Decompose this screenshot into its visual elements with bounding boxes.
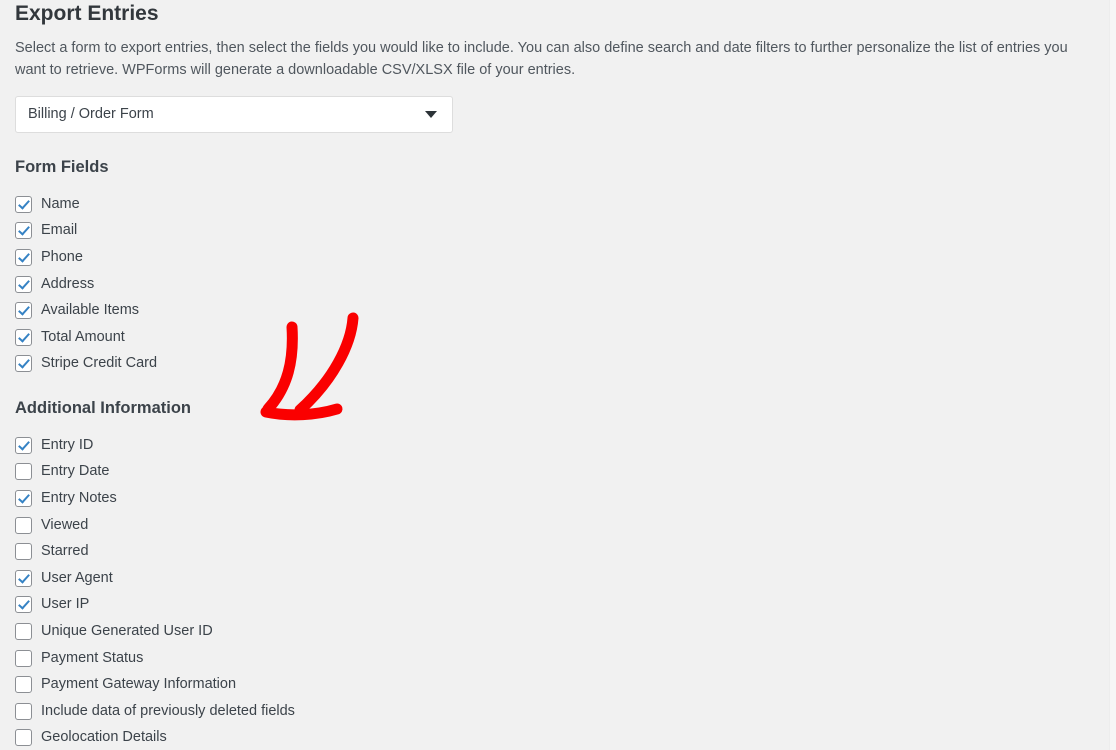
form-selector-wrapper: Billing / Order Form bbox=[15, 96, 453, 133]
additional-info-checkbox-label: User IP bbox=[41, 596, 90, 613]
checkbox-checked-icon[interactable] bbox=[15, 275, 32, 293]
form-field-checkbox-label: Phone bbox=[41, 248, 83, 265]
checkbox-unchecked-icon[interactable] bbox=[15, 463, 32, 481]
additional-info-checkbox-row[interactable]: Unique Generated User ID bbox=[15, 618, 295, 645]
form-field-checkbox-row[interactable]: Available Items bbox=[15, 297, 157, 324]
form-field-checkbox-row[interactable]: Total Amount bbox=[15, 324, 157, 351]
checkbox-checked-icon[interactable] bbox=[15, 195, 32, 213]
section-title-form-fields: Form Fields bbox=[15, 158, 109, 176]
form-field-checkbox-label: Email bbox=[41, 222, 78, 239]
additional-info-checkbox-row[interactable]: Geolocation Details bbox=[15, 725, 295, 750]
form-field-checkbox-row[interactable]: Email bbox=[15, 218, 157, 245]
checkbox-checked-icon[interactable] bbox=[15, 436, 32, 454]
checkbox-checked-icon[interactable] bbox=[15, 302, 32, 320]
form-select-value: Billing / Order Form bbox=[28, 106, 154, 122]
additional-information-checkbox-list: Entry ID Entry Date Entry Notes Viewed Starr… bbox=[15, 432, 295, 750]
page-description: Select a form to export entries, then se… bbox=[15, 40, 1068, 78]
additional-info-checkbox-row[interactable]: Starred bbox=[15, 538, 295, 565]
form-fields-checkbox-list: Name Email Phone Address Available Items Tota… bbox=[15, 191, 157, 377]
additional-info-checkbox-label: Geolocation Details bbox=[41, 729, 167, 746]
red-arrow-annotation-icon bbox=[260, 312, 359, 421]
additional-info-checkbox-row[interactable]: Viewed bbox=[15, 512, 295, 539]
form-field-checkbox-label: Name bbox=[41, 195, 80, 212]
additional-info-checkbox-label: Include data of previously deleted field… bbox=[41, 702, 295, 719]
additional-info-checkbox-row[interactable]: Payment Gateway Information bbox=[15, 671, 295, 698]
additional-info-checkbox-label: Starred bbox=[41, 543, 89, 560]
section-title-additional-information: Additional Information bbox=[15, 399, 191, 417]
additional-info-checkbox-label: Viewed bbox=[41, 516, 89, 533]
form-field-checkbox-row[interactable]: Name bbox=[15, 191, 157, 218]
form-field-checkbox-label: Available Items bbox=[41, 302, 140, 319]
export-entries-page: Export Entries Select a form to export e… bbox=[0, 0, 1116, 750]
form-field-checkbox-label: Address bbox=[41, 275, 95, 292]
additional-info-checkbox-row[interactable]: Entry ID bbox=[15, 432, 295, 459]
checkbox-unchecked-icon[interactable] bbox=[15, 676, 32, 694]
form-field-checkbox-label: Total Amount bbox=[41, 328, 125, 345]
checkbox-unchecked-icon[interactable] bbox=[15, 649, 32, 667]
checkbox-unchecked-icon[interactable] bbox=[15, 543, 32, 561]
additional-info-checkbox-row[interactable]: Payment Status bbox=[15, 645, 295, 672]
additional-info-checkbox-row[interactable]: Include data of previously deleted field… bbox=[15, 698, 295, 725]
additional-info-checkbox-label: Payment Status bbox=[41, 649, 144, 666]
checkbox-unchecked-icon[interactable] bbox=[15, 702, 32, 720]
checkbox-checked-icon[interactable] bbox=[15, 596, 32, 614]
additional-info-checkbox-label: Payment Gateway Information bbox=[41, 676, 237, 693]
additional-info-checkbox-label: Entry Notes bbox=[41, 489, 117, 506]
additional-info-checkbox-label: Entry Date bbox=[41, 463, 110, 480]
page-title: Export Entries bbox=[15, 2, 159, 25]
checkbox-checked-icon[interactable] bbox=[15, 489, 32, 507]
checkbox-unchecked-icon[interactable] bbox=[15, 622, 32, 640]
additional-info-checkbox-row[interactable]: Entry Notes bbox=[15, 485, 295, 512]
additional-info-checkbox-label: Unique Generated User ID bbox=[41, 622, 213, 639]
form-field-checkbox-label: Stripe Credit Card bbox=[41, 355, 158, 372]
additional-info-checkbox-label: User Agent bbox=[41, 569, 113, 586]
checkbox-checked-icon[interactable] bbox=[15, 248, 32, 266]
checkbox-checked-icon[interactable] bbox=[15, 569, 32, 587]
additional-info-checkbox-row[interactable]: User IP bbox=[15, 592, 295, 619]
form-select[interactable]: Billing / Order Form bbox=[15, 96, 453, 133]
additional-info-checkbox-row[interactable]: User Agent bbox=[15, 565, 295, 592]
page-right-edge bbox=[1109, 0, 1116, 750]
checkbox-checked-icon[interactable] bbox=[15, 355, 32, 373]
checkbox-unchecked-icon[interactable] bbox=[15, 516, 32, 534]
checkbox-checked-icon[interactable] bbox=[15, 222, 32, 240]
additional-info-checkbox-row[interactable]: Entry Date bbox=[15, 459, 295, 486]
form-field-checkbox-row[interactable]: Stripe Credit Card bbox=[15, 351, 157, 378]
form-field-checkbox-row[interactable]: Phone bbox=[15, 244, 157, 271]
checkbox-unchecked-icon[interactable] bbox=[15, 729, 32, 747]
checkbox-checked-icon[interactable] bbox=[15, 328, 32, 346]
additional-info-checkbox-label: Entry ID bbox=[41, 436, 94, 453]
form-field-checkbox-row[interactable]: Address bbox=[15, 271, 157, 298]
